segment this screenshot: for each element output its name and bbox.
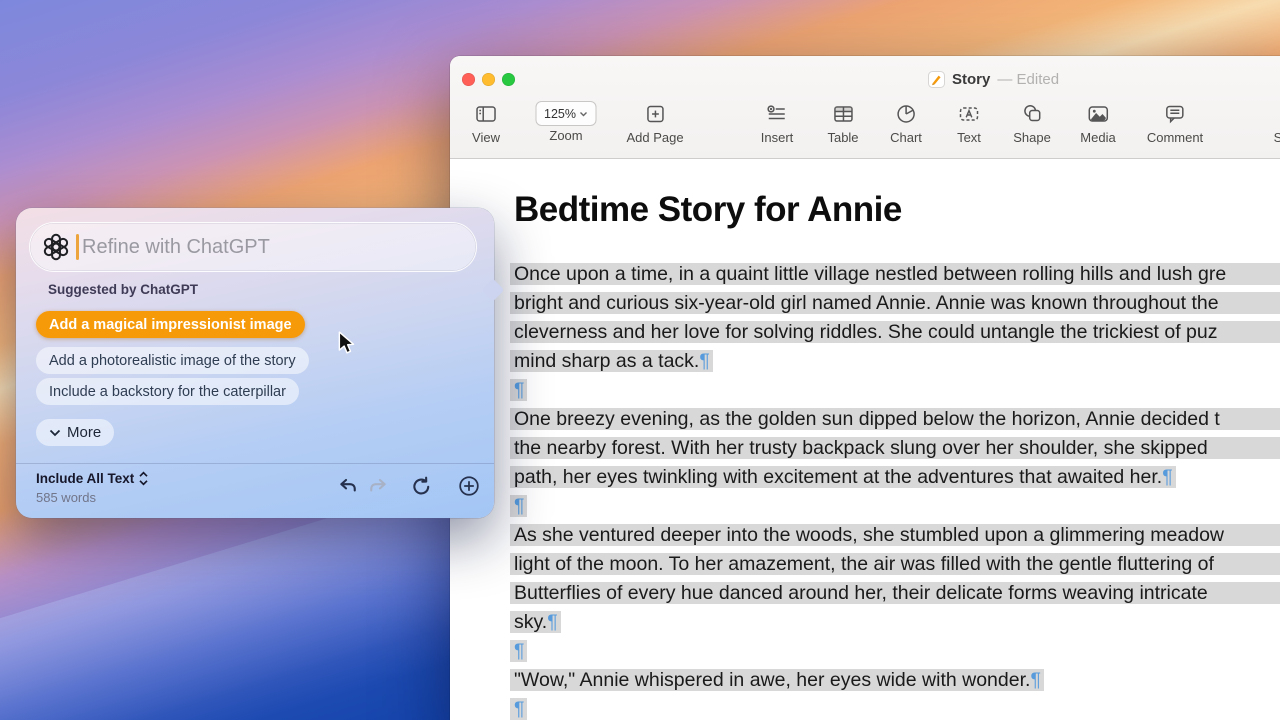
- pilcrow-mark: ¶: [514, 640, 525, 662]
- window-title: Story: [952, 71, 991, 88]
- document-heading[interactable]: Bedtime Story for Annie: [514, 190, 902, 230]
- document-body: Once upon a time, in a quaint little vil…: [510, 260, 1280, 720]
- toolbar-button-add-page[interactable]: Add Page: [626, 99, 684, 145]
- close-button[interactable]: [462, 73, 475, 86]
- suggestion-magical-impressionist-image[interactable]: Add a magical impressionist image: [36, 311, 305, 338]
- doc-line[interactable]: Butterflies of every hue danced around h…: [510, 579, 1280, 608]
- doc-line[interactable]: Once upon a time, in a quaint little vil…: [510, 260, 1280, 289]
- doc-empty-line[interactable]: ¶: [510, 376, 1280, 405]
- doc-line[interactable]: the nearby forest. With her trusty backp…: [510, 434, 1280, 463]
- toolbar-zoom-control[interactable]: 125% Zoom: [535, 99, 597, 143]
- document-page[interactable]: Bedtime Story for Annie Once upon a time…: [450, 160, 1280, 720]
- pilcrow-mark: ¶: [514, 495, 525, 517]
- pages-document-icon: [928, 71, 945, 88]
- doc-empty-line[interactable]: ¶: [510, 695, 1280, 720]
- toolbar-button-view[interactable]: View: [472, 99, 500, 145]
- shape-icon: [1013, 99, 1051, 128]
- doc-line[interactable]: sky.¶: [510, 608, 1280, 637]
- suggested-heading: Suggested by ChatGPT: [48, 282, 199, 297]
- regenerate-button[interactable]: [411, 475, 432, 497]
- pilcrow-mark: ¶: [514, 698, 525, 720]
- toolbar-button-shape[interactable]: Shape: [1013, 99, 1051, 145]
- refine-input[interactable]: Refine with ChatGPT: [29, 222, 477, 272]
- pilcrow-mark: ¶: [514, 379, 525, 401]
- window-edited-status: — Edited: [997, 71, 1060, 88]
- popover-footer: Include All Text 585 words: [16, 463, 494, 518]
- mouse-cursor: [336, 331, 358, 355]
- doc-line[interactable]: One breezy evening, as the golden sun di…: [510, 405, 1280, 434]
- chatgpt-refine-popover: Refine with ChatGPT Suggested by ChatGPT…: [16, 208, 505, 518]
- add-button[interactable]: [458, 475, 480, 497]
- media-image-icon: [1080, 99, 1115, 128]
- doc-empty-line[interactable]: ¶: [510, 492, 1280, 521]
- undo-button[interactable]: [337, 475, 358, 497]
- doc-line[interactable]: As she ventured deeper into the woods, s…: [510, 521, 1280, 550]
- toolbar-button-media[interactable]: Media: [1080, 99, 1116, 145]
- up-down-chevrons-icon: [139, 471, 148, 486]
- refine-input-placeholder: Refine with ChatGPT: [82, 235, 270, 258]
- sidebar-view-icon: [472, 99, 500, 128]
- doc-line[interactable]: light of the moon. To her amazement, the…: [510, 550, 1280, 579]
- toolbar-button-comment[interactable]: Comment: [1147, 99, 1203, 145]
- toolbar-button-chart[interactable]: Chart: [890, 99, 922, 145]
- doc-line[interactable]: "Wow," Annie whispered in awe, her eyes …: [510, 666, 1280, 695]
- traffic-lights: [462, 73, 515, 86]
- add-page-icon: [626, 99, 683, 128]
- table-icon: [827, 99, 858, 128]
- pages-window: Story — Edited View 125% Zoom Add Page I…: [450, 56, 1280, 720]
- pilcrow-mark: ¶: [699, 350, 710, 372]
- more-suggestions-button[interactable]: More: [36, 419, 115, 446]
- suggestion-photorealistic-image[interactable]: Add a photorealistic image of the story: [36, 347, 309, 374]
- window-chrome: Story — Edited View 125% Zoom Add Page I…: [450, 56, 1280, 159]
- chevron-down-icon: [580, 111, 588, 116]
- pilcrow-mark: ¶: [1030, 669, 1041, 691]
- pie-chart-icon: [890, 99, 922, 128]
- doc-line[interactable]: cleverness and her love for solving ridd…: [510, 318, 1280, 347]
- chatgpt-logo-icon: [42, 233, 70, 261]
- toolbar-button-table[interactable]: Table: [827, 99, 859, 145]
- doc-empty-line[interactable]: ¶: [510, 637, 1280, 666]
- pilcrow-mark: ¶: [547, 611, 558, 633]
- include-scope-selector[interactable]: Include All Text: [36, 471, 149, 486]
- doc-line[interactable]: bright and curious six-year-old girl nam…: [510, 289, 1280, 318]
- doc-line[interactable]: mind sharp as a tack.¶: [510, 347, 1280, 376]
- pilcrow-mark: ¶: [1162, 466, 1173, 488]
- fullscreen-button[interactable]: [502, 73, 515, 86]
- suggestion-caterpillar-backstory[interactable]: Include a backstory for the caterpillar: [36, 378, 299, 405]
- word-count: 585 words: [36, 490, 96, 505]
- text-insertion-caret: [76, 234, 79, 260]
- toolbar-button-text[interactable]: Text: [957, 99, 981, 145]
- toolbar-button-share-partial[interactable]: S: [1274, 99, 1280, 145]
- window-title-area: Story — Edited: [928, 71, 1059, 88]
- chevron-down-icon: [49, 429, 61, 436]
- minimize-button[interactable]: [482, 73, 495, 86]
- redo-button[interactable]: [368, 475, 389, 497]
- comment-bubble-icon: [1147, 99, 1203, 128]
- toolbar-button-insert[interactable]: Insert: [761, 99, 794, 145]
- insert-icon: [761, 99, 794, 128]
- zoom-dropdown[interactable]: 125%: [535, 101, 597, 126]
- doc-line[interactable]: path, her eyes twinkling with excitement…: [510, 463, 1280, 492]
- text-box-icon: [957, 99, 981, 128]
